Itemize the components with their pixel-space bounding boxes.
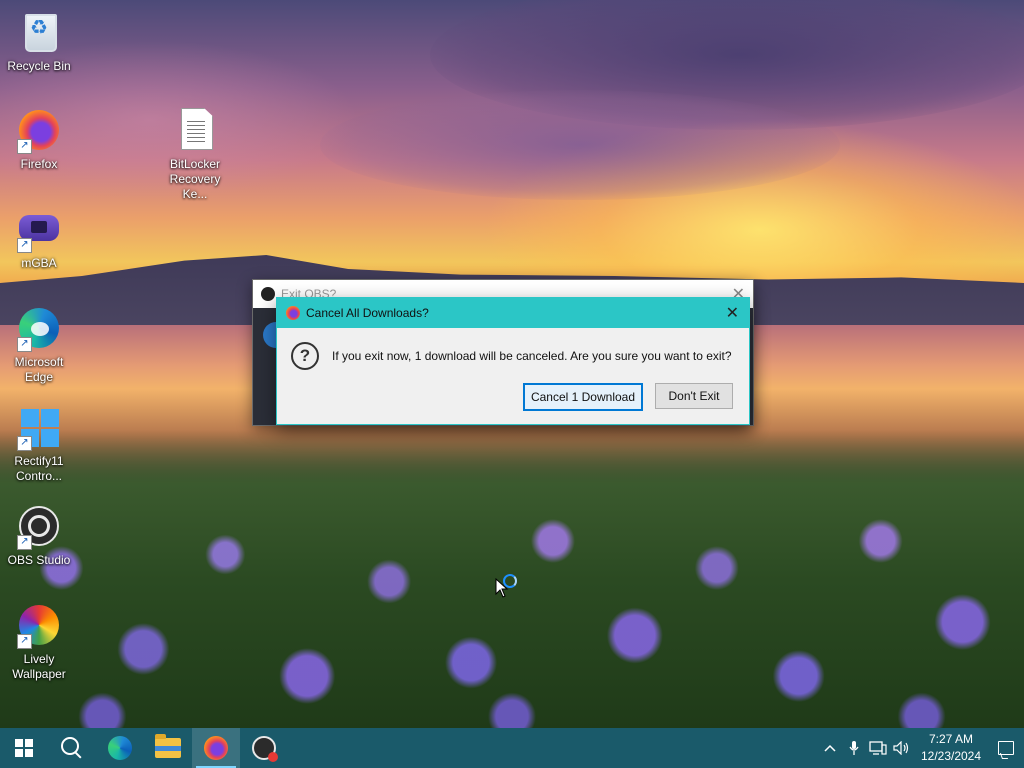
desktop-icon-label: Rectify11 Contro... [14, 454, 64, 483]
desktop-icon-mgba[interactable]: ↗ mGBA [1, 205, 77, 271]
desktop-icon-bitlocker-recovery[interactable]: BitLocker Recovery Ke... [156, 106, 234, 202]
microphone-icon[interactable] [842, 728, 866, 768]
obs-studio-icon [252, 736, 278, 762]
shortcut-arrow-icon: ↗ [17, 337, 32, 352]
desktop-icon-label: OBS Studio [7, 553, 71, 567]
desktop-icon-label: Microsoft Edge [14, 355, 64, 384]
desktop-icon-label: Recycle Bin [7, 59, 71, 73]
search-button[interactable] [48, 728, 96, 768]
shortcut-arrow-icon: ↗ [17, 634, 32, 649]
volume-icon[interactable] [890, 728, 914, 768]
desktop-icon-label: mGBA [21, 256, 57, 270]
search-icon [61, 737, 79, 755]
dialog-body: ? If you exit now, 1 download will be ca… [277, 328, 749, 372]
desktop-icon-firefox[interactable]: ↗ Firefox [1, 106, 77, 172]
folder-icon [155, 734, 181, 758]
question-icon: ? [291, 342, 319, 370]
firefox-icon: ↗ [15, 106, 63, 154]
recycle-bin-icon [15, 8, 63, 56]
taskbar-clock[interactable]: 7:27 AM 12/23/2024 [914, 731, 988, 765]
edge-icon [108, 736, 132, 760]
taskbar-file-explorer[interactable] [144, 728, 192, 768]
cancel-download-button[interactable]: Cancel 1 Download [522, 383, 643, 411]
edge-icon: ↗ [15, 304, 63, 352]
clock-time: 7:27 AM [928, 732, 974, 746]
obs-studio-icon [261, 287, 275, 301]
shortcut-arrow-icon: ↗ [17, 139, 32, 154]
busy-spinner-icon [503, 574, 517, 588]
desktop-icon-lively-wallpaper[interactable]: ↗ Lively Wallpaper [1, 601, 77, 682]
dialog-title: Cancel All Downloads? [306, 306, 429, 320]
close-icon[interactable]: ✕ [726, 303, 739, 323]
taskbar-obs-studio[interactable] [240, 728, 288, 768]
clock-date: 12/23/2024 [920, 749, 982, 763]
desktop-icon-label: BitLocker Recovery Ke... [169, 157, 221, 201]
shortcut-arrow-icon: ↗ [17, 238, 32, 253]
taskbar: 7:27 AM 12/23/2024 [0, 728, 1024, 768]
firefox-icon [204, 736, 228, 760]
network-icon[interactable] [866, 728, 890, 768]
windows-start-icon [15, 739, 33, 757]
notification-center-button[interactable] [988, 728, 1024, 768]
desktop-icon-label: Lively Wallpaper [12, 652, 66, 681]
notification-icon [998, 741, 1014, 755]
start-button[interactable] [0, 728, 48, 768]
dialog-message: If you exit now, 1 download will be canc… [332, 349, 732, 363]
shortcut-arrow-icon: ↗ [17, 535, 32, 550]
system-tray: 7:27 AM 12/23/2024 [818, 728, 1024, 768]
dialog-titlebar: Cancel All Downloads? ✕ [277, 298, 749, 328]
desktop-icon-recycle-bin[interactable]: Recycle Bin [1, 8, 77, 74]
cancel-downloads-dialog: Cancel All Downloads? ✕ ? If you exit no… [276, 297, 750, 425]
dont-exit-button[interactable]: Don't Exit [655, 383, 733, 409]
taskbar-firefox[interactable] [192, 728, 240, 768]
desktop-icon-rectify11[interactable]: ↗ Rectify11 Contro... [1, 403, 77, 484]
desktop-icon-label: Firefox [20, 157, 58, 171]
lively-wallpaper-icon: ↗ [15, 601, 63, 649]
rectify11-icon: ↗ [15, 403, 63, 451]
obs-studio-icon: ↗ [15, 502, 63, 550]
text-document-icon [171, 106, 219, 154]
mgba-icon: ↗ [15, 205, 63, 253]
desktop-icon-microsoft-edge[interactable]: ↗ Microsoft Edge [1, 304, 77, 385]
firefox-icon [286, 306, 300, 320]
show-hidden-icons-chevron-icon[interactable] [818, 728, 842, 768]
dialog-buttons: Cancel 1 Download Don't Exit [522, 383, 733, 411]
taskbar-edge[interactable] [96, 728, 144, 768]
shortcut-arrow-icon: ↗ [17, 436, 32, 451]
desktop-icon-obs-studio[interactable]: ↗ OBS Studio [1, 502, 77, 568]
